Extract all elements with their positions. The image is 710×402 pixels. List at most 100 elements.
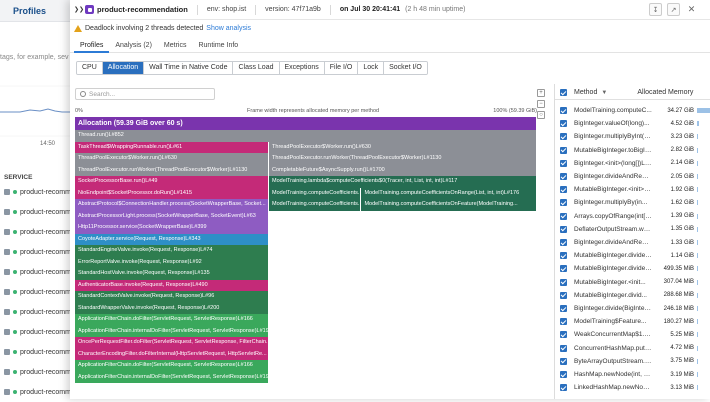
background-service-row[interactable]: product-recomm [4, 306, 71, 318]
method-checkbox[interactable] [560, 107, 567, 114]
method-checkbox[interactable] [560, 344, 567, 352]
method-row[interactable]: HashMap.newNode(int, O... 3.19 MiB [555, 368, 710, 381]
method-checkbox[interactable] [560, 173, 567, 180]
method-row[interactable]: MutableBigInteger.<init... 307.04 MiB [555, 276, 710, 289]
show-analysis-link[interactable]: Show analysis [206, 25, 251, 32]
flame-frame[interactable]: ModelTraining.computeCoefficientsOnRange… [361, 187, 537, 199]
sort-icon[interactable]: ▼ [601, 90, 607, 96]
method-checkbox[interactable] [560, 133, 567, 141]
flame-frame[interactable]: Thread.run()L#852 [75, 130, 537, 142]
method-row[interactable]: ModelTraining.computeC... 34.27 GiB [555, 104, 710, 117]
flame-frame[interactable]: StandardEngineValve.invoke(Request, Resp… [75, 245, 270, 257]
method-checkbox[interactable] [560, 146, 567, 154]
tab-profiles[interactable]: Profiles [74, 39, 110, 53]
method-column-header[interactable]: Method [574, 89, 597, 96]
subtab-allocation[interactable]: Allocation [102, 62, 145, 74]
method-row[interactable]: BigInteger.<init>(long[])L#... 2.14 GiB [555, 157, 710, 170]
background-service-row[interactable]: product-recomm [4, 226, 71, 238]
method-row[interactable]: ByteArrayOutputStream.<i... 3.75 MiB [555, 355, 710, 368]
flame-frame[interactable]: AbstractProcessorLight.process(SocketWra… [75, 210, 270, 222]
background-service-row[interactable]: product-recomm [4, 386, 71, 398]
method-row[interactable]: WeakConcurrentMap$1.ini... 5.25 MiB [555, 328, 710, 341]
reset-icon[interactable]: ○ [537, 111, 545, 119]
subtab-cpu[interactable]: CPU [77, 62, 103, 74]
method-checkbox[interactable] [560, 199, 567, 207]
background-search-input[interactable]: tags, for example, sev [0, 54, 68, 61]
subtab-class-load[interactable]: Class Load [233, 62, 280, 74]
flame-frame[interactable]: ModelTraining.lambda$computeCoefficients… [269, 176, 537, 188]
flame-frame[interactable]: ApplicationFilterChain.internalDoFilter(… [75, 371, 270, 383]
subtab-lock[interactable]: Lock [358, 62, 385, 74]
flame-frame[interactable]: ApplicationFilterChain.doFilter(ServletR… [75, 314, 270, 326]
tab-metrics[interactable]: Metrics [158, 39, 193, 53]
tab-analysis[interactable]: Analysis (2) [109, 39, 158, 53]
subtab-socket-io[interactable]: Socket I/O [384, 62, 427, 74]
flame-frame[interactable]: NioEndpoint$SocketProcessor.doRun()L#141… [75, 187, 270, 199]
method-checkbox[interactable] [560, 305, 567, 312]
flame-frame[interactable]: ApplicationFilterChain.internalDoFilter(… [75, 325, 270, 337]
flame-frame[interactable]: AuthenticatorBase.invoke(Request, Respon… [75, 279, 270, 291]
method-row[interactable]: LinkedHashMap.newNode(... 3.13 MiB [555, 381, 710, 394]
background-service-row[interactable]: product-recomm [4, 346, 71, 358]
memory-column-header[interactable]: Allocated Memory [637, 89, 693, 96]
method-checkbox[interactable] [560, 291, 567, 299]
flame-frame[interactable]: CharacterEncodingFilter.doFilterInternal… [75, 348, 270, 360]
download-icon[interactable]: ↧ [649, 3, 662, 16]
flame-frame[interactable]: StandardHostValve.invoke(Request, Respon… [75, 268, 270, 280]
collapse-icon[interactable]: − [537, 100, 545, 108]
flame-frame[interactable]: AbstractProtocol$ConnectionHandler.proce… [75, 199, 270, 211]
method-checkbox[interactable] [560, 371, 567, 378]
flame-frame[interactable]: CoyoteAdapter.service(Request, Response)… [75, 233, 270, 245]
flame-frame[interactable]: ThreadPoolExecutor$Worker.run()L#630 [75, 153, 270, 165]
method-row[interactable]: MutableBigInteger.divid... 288.68 MiB [555, 289, 710, 302]
method-row[interactable]: BigInteger.multiplyByInt(in... 3.23 GiB [555, 130, 710, 143]
subtab-file-io[interactable]: File I/O [324, 62, 359, 74]
flame-frame[interactable]: ModelTraining.computeCoefficientsOnFeatu… [361, 199, 537, 211]
flame-root-frame[interactable]: Allocation (59.39 GiB over 60 s) [75, 117, 537, 130]
method-row[interactable]: BigInteger.divideAndRemai... 2.05 GiB [555, 170, 710, 183]
close-icon[interactable]: ✕ [685, 3, 698, 16]
background-service-row[interactable]: product-recomm [4, 246, 71, 258]
collapse-chevron-icon[interactable]: ❯❯ [74, 6, 84, 13]
flame-frame[interactable]: CompletableFuture$AsyncSupply.run()L#170… [269, 164, 537, 176]
flame-frame[interactable]: OncePerRequestFilter.doFilter(ServletReq… [75, 337, 270, 349]
background-service-row[interactable]: product-recomm [4, 266, 71, 278]
method-row[interactable]: ConcurrentHashMap.putV... 4.72 MiB [555, 342, 710, 355]
background-service-row[interactable]: product-recomm [4, 286, 71, 298]
method-row[interactable]: DeflaterOutputStream.writ... 1.35 GiB [555, 223, 710, 236]
flame-frame[interactable]: ErrorReportValve.invoke(Request, Respons… [75, 256, 270, 268]
flame-frame[interactable]: ModelTraining.computeCoefficients... [269, 187, 362, 199]
method-row[interactable]: BigInteger.valueOf(long)... 4.52 GiB [555, 117, 710, 130]
method-checkbox[interactable] [560, 225, 567, 233]
method-row[interactable]: MutableBigInteger.divideK... 1.14 GiB [555, 249, 710, 262]
select-all-checkbox[interactable] [560, 89, 567, 96]
method-checkbox[interactable] [560, 265, 567, 273]
method-row[interactable]: BigInteger.divide(BigInteg... 246.18 MiB [555, 302, 710, 315]
method-checkbox[interactable] [560, 278, 567, 286]
method-row[interactable]: BigInteger.divideAndRemai... 1.33 GiB [555, 236, 710, 249]
flame-frame[interactable]: ApplicationFilterChain.doFilter(ServletR… [75, 360, 270, 372]
method-row[interactable]: Arrays.copyOfRange(int[], i... 1.39 GiB [555, 210, 710, 223]
flame-frame[interactable]: StandardWrapperValve.invoke(Request, Res… [75, 302, 270, 314]
method-row[interactable]: ModelTraining$Feature... 180.27 MiB [555, 315, 710, 328]
method-checkbox[interactable] [560, 186, 567, 194]
method-row[interactable]: BigInteger.multiplyBy(in... 1.62 GiB [555, 196, 710, 209]
flame-frame[interactable]: StandardContextValve.invoke(Request, Res… [75, 291, 270, 303]
flame-frame[interactable]: SocketProcessorBase.run()L#49 [75, 176, 270, 188]
method-row[interactable]: MutableBigInteger.divideAndRe... 499.35 M… [555, 262, 710, 275]
flame-frame[interactable]: ModelTraining.computeCoefficients... [269, 199, 362, 211]
method-checkbox[interactable] [560, 159, 567, 167]
background-service-row[interactable]: product-recomm [4, 366, 71, 378]
flamegraph-search-input[interactable]: Search... [75, 88, 215, 100]
expand-icon[interactable]: + [537, 89, 545, 97]
flame-frame[interactable]: ThreadPoolExecutor.runWorker(ThreadPoolE… [269, 153, 537, 165]
background-service-row[interactable]: product-recomm [4, 326, 71, 338]
method-checkbox[interactable] [560, 239, 567, 246]
flame-frame[interactable]: ThreadPoolExecutor.runWorker(ThreadPoolE… [75, 164, 270, 176]
method-checkbox[interactable] [560, 384, 567, 392]
subtab-wall-time[interactable]: Wall Time in Native Code [144, 62, 234, 74]
method-checkbox[interactable] [560, 318, 567, 326]
open-external-icon[interactable]: ↗ [667, 3, 680, 16]
background-service-row[interactable]: product-recomm [4, 206, 71, 218]
method-row[interactable]: MutableBigInteger.toBigIn... 2.82 GiB [555, 144, 710, 157]
